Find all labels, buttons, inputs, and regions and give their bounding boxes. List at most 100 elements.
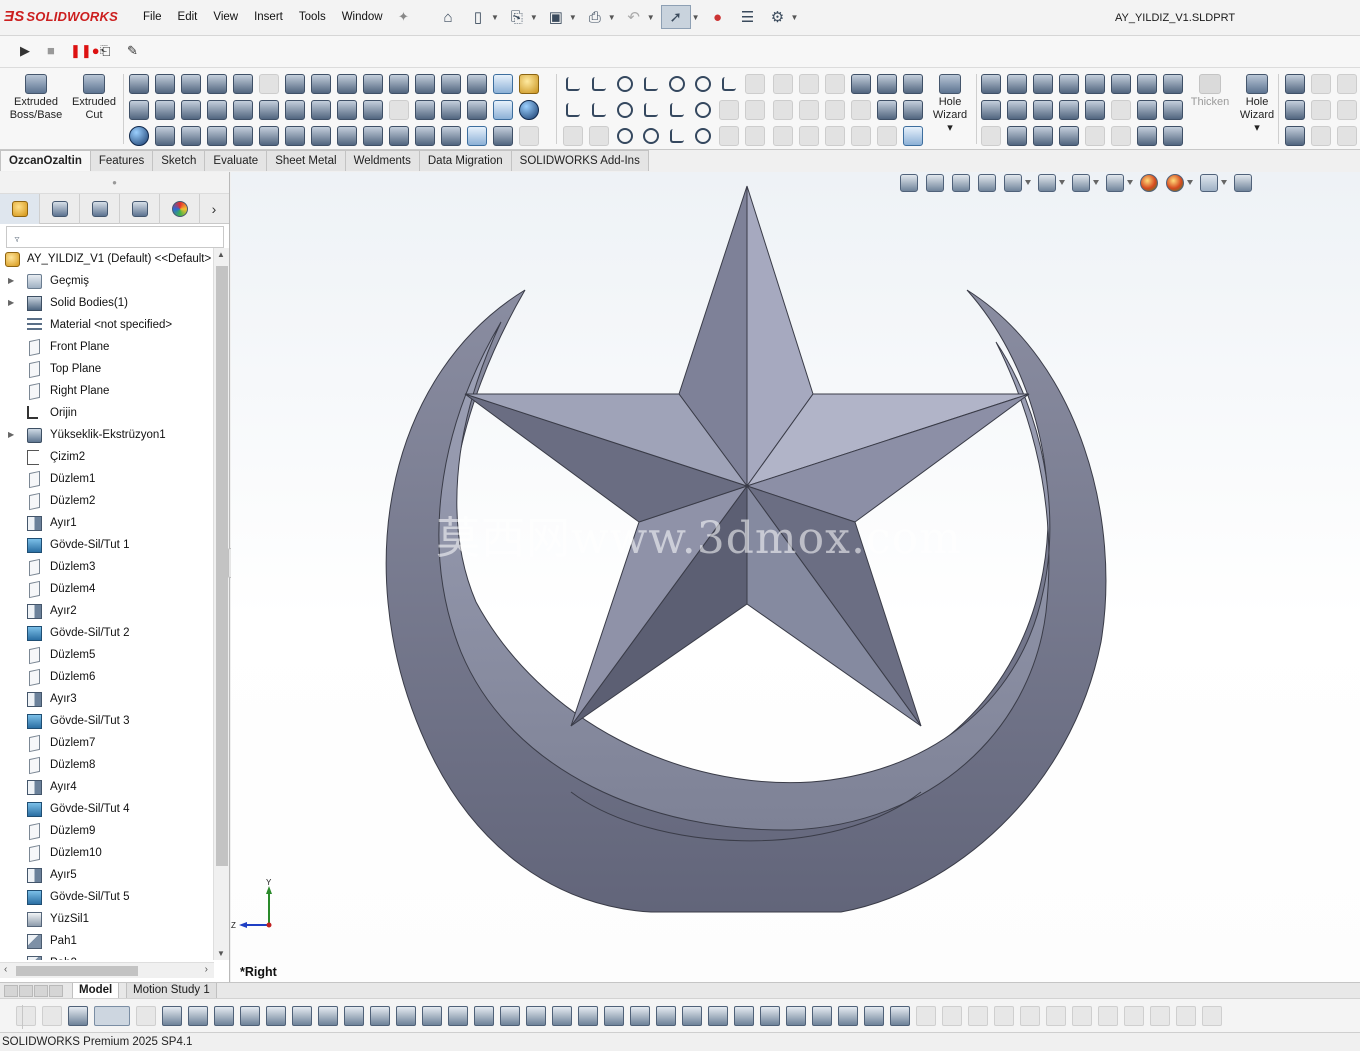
tree-item[interactable]: Düzlem2: [0, 490, 214, 512]
extruded-cut-button[interactable]: Extruded Cut: [66, 74, 122, 122]
note-tool-icon[interactable]: [734, 1005, 754, 1026]
first-tab-icon[interactable]: [4, 985, 18, 997]
mirror-body-icon[interactable]: [259, 74, 279, 94]
flex-icon[interactable]: [285, 126, 305, 146]
sketch-picture-icon[interactable]: [773, 126, 793, 146]
scroll-down-icon[interactable]: ▼: [217, 949, 225, 958]
rectangle-tool-icon[interactable]: [214, 1005, 234, 1026]
indent-icon[interactable]: [259, 126, 279, 146]
tree-item[interactable]: YüzSil1: [0, 908, 214, 930]
appearance-icon[interactable]: [519, 74, 539, 94]
scale-icon[interactable]: [363, 126, 383, 146]
linear-pattern-icon[interactable]: [337, 100, 357, 120]
block-icon[interactable]: [799, 126, 819, 146]
deform-icon[interactable]: [311, 126, 331, 146]
tab-weldments[interactable]: Weldments: [344, 150, 420, 171]
tree-item[interactable]: Gövde-Sil/Tut 5: [0, 886, 214, 908]
freeform-icon[interactable]: [337, 126, 357, 146]
hole-wizard-button[interactable]: Hole Wizard ▾: [922, 74, 978, 135]
face-fillet-icon[interactable]: [441, 126, 461, 146]
radiate-surface-icon[interactable]: [981, 126, 1001, 146]
datum-tool-icon[interactable]: [812, 1005, 832, 1026]
coordinate-ref-icon[interactable]: [1337, 100, 1357, 120]
gear-tool-icon[interactable]: [682, 1005, 702, 1026]
center-rectangle-icon[interactable]: [644, 103, 658, 117]
3d-sketch-icon[interactable]: [566, 103, 580, 117]
save-icon[interactable]: ▣: [544, 5, 568, 29]
view-orientation-icon[interactable]: [1038, 174, 1056, 192]
tab-sketch[interactable]: Sketch: [152, 150, 206, 171]
circular-sketch-pattern-icon[interactable]: [799, 100, 819, 120]
open-folder-icon[interactable]: ⎘: [505, 5, 529, 29]
trim-surface-icon[interactable]: [1085, 100, 1105, 120]
surface-knit-icon[interactable]: [903, 126, 923, 146]
more-tabs-chevron-icon[interactable]: ›: [200, 194, 228, 223]
ellipse-icon[interactable]: [695, 102, 711, 118]
lofted-surface-icon[interactable]: [1059, 74, 1079, 94]
surface-revolve-icon[interactable]: [903, 74, 923, 94]
extend-surface-icon[interactable]: [1059, 100, 1079, 120]
display-manager-tab[interactable]: [160, 194, 200, 224]
save-dropdown-icon[interactable]: ▼: [569, 13, 577, 22]
tree-item[interactable]: Düzlem10: [0, 842, 214, 864]
corner-tool-icon[interactable]: [370, 1005, 390, 1026]
panel-grip[interactable]: ●: [0, 172, 229, 194]
tab-motion-study-1[interactable]: Motion Study 1: [126, 983, 217, 999]
circular-pattern-icon[interactable]: [363, 100, 383, 120]
prev-tab-icon[interactable]: [19, 985, 33, 997]
menu-window[interactable]: Window: [342, 11, 383, 23]
home-icon[interactable]: ⌂: [436, 5, 460, 29]
plane-ref-icon[interactable]: [1285, 100, 1305, 120]
intersect-icon[interactable]: [441, 74, 461, 94]
conic-icon[interactable]: [695, 128, 711, 144]
relations-icon[interactable]: [877, 74, 897, 94]
thread-icon[interactable]: [181, 126, 201, 146]
tree-item[interactable]: Düzlem9: [0, 820, 214, 842]
tree-item[interactable]: Gövde-Sil/Tut 4: [0, 798, 214, 820]
tree-item[interactable]: Ayır5: [0, 864, 214, 886]
traffic-light-icon[interactable]: ●: [706, 5, 730, 29]
select-other-icon[interactable]: [136, 1005, 156, 1026]
new-dropdown-icon[interactable]: ▼: [491, 13, 499, 22]
scroll-up-icon[interactable]: ▲: [217, 250, 225, 259]
vent-icon[interactable]: [207, 126, 227, 146]
target-tool-icon[interactable]: [448, 1005, 468, 1026]
orientation-dropdown-icon[interactable]: [1059, 180, 1065, 186]
chamfer-sketch-icon[interactable]: [719, 126, 739, 146]
spline-icon[interactable]: [722, 77, 736, 91]
last-tab-icon[interactable]: [49, 985, 63, 997]
filter-faces-icon[interactable]: [68, 1005, 88, 1026]
delete-hole-icon[interactable]: [1033, 100, 1053, 120]
delete-face-icon[interactable]: [467, 100, 487, 120]
pattern-tool-icon[interactable]: [1202, 1005, 1222, 1026]
point-ref-icon[interactable]: [1285, 126, 1305, 146]
edit-appearance-icon[interactable]: [493, 126, 513, 146]
select-dropdown-icon[interactable]: ▼: [692, 13, 700, 22]
tab-evaluate[interactable]: Evaluate: [204, 150, 268, 171]
apply-scene-icon[interactable]: [1166, 174, 1184, 192]
stack-tool-icon[interactable]: [656, 1005, 676, 1026]
graphics-area[interactable]: 莫西网www.3dmox.com Y Z *Right: [231, 172, 1360, 982]
body-delete-icon[interactable]: [389, 126, 409, 146]
tree-item[interactable]: Düzlem6: [0, 666, 214, 688]
tree-vertical-scrollbar[interactable]: ▲ ▼: [213, 248, 229, 960]
table-tool-icon[interactable]: [552, 1005, 572, 1026]
revolved-surface-icon[interactable]: [1007, 74, 1027, 94]
feature-manager-tab[interactable]: [0, 194, 40, 224]
mid-surface-icon[interactable]: [1007, 126, 1027, 146]
weld-tool-icon[interactable]: [786, 1005, 806, 1026]
balloon-tool-icon[interactable]: [708, 1005, 728, 1026]
tangent-arc-icon[interactable]: [617, 128, 633, 144]
sketch-pattern-icon[interactable]: [389, 100, 409, 120]
polygon-icon[interactable]: [669, 76, 685, 92]
dimension-icon[interactable]: [825, 100, 845, 120]
view-settings-dropdown-icon[interactable]: [1221, 180, 1227, 186]
dynamic-annotation-icon[interactable]: [1004, 174, 1022, 192]
tree-item[interactable]: Ayır3: [0, 688, 214, 710]
edit-macro-icon[interactable]: ✎: [127, 43, 138, 59]
crescent-star-model[interactable]: [231, 172, 1360, 982]
replace-surface-icon[interactable]: [1033, 126, 1053, 146]
loft-icon[interactable]: [233, 74, 253, 94]
split-line-icon[interactable]: [285, 74, 305, 94]
convert-entities-icon[interactable]: [799, 74, 819, 94]
